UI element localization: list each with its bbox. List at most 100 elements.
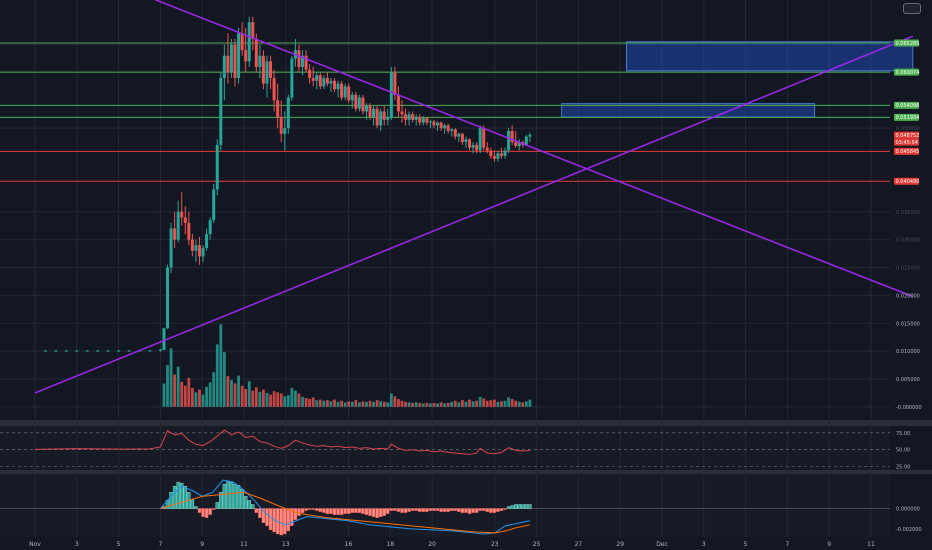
volume-bar <box>262 389 265 407</box>
candle-body <box>127 350 131 352</box>
candle-body <box>446 125 450 131</box>
chart-settings-button[interactable] <box>903 3 921 14</box>
candle-body <box>117 350 121 352</box>
volume-bar <box>496 401 500 407</box>
macd-histogram-bar <box>378 508 383 517</box>
time-tick-label: 11 <box>867 541 875 548</box>
candle-body <box>244 50 248 62</box>
volume-bar <box>308 399 312 407</box>
macd-histogram-bar <box>208 508 212 515</box>
volume-bar <box>361 401 365 407</box>
candle-body <box>336 83 340 90</box>
candle-body <box>400 111 404 115</box>
candle-body <box>332 80 336 90</box>
volume-bar <box>301 396 304 407</box>
macd-histogram-bar <box>407 508 411 512</box>
volume-bar <box>212 372 216 407</box>
time-tick-label: 11 <box>240 541 248 548</box>
macd-histogram-bar <box>297 508 301 516</box>
price-tick-label-faint: 0.035000 <box>896 210 920 216</box>
volume-bar <box>397 399 400 407</box>
volume-bar <box>343 402 347 407</box>
panel-separator <box>0 470 932 474</box>
candle-body <box>187 222 191 240</box>
volume-bar <box>318 399 322 407</box>
candle-body <box>485 147 489 151</box>
candle-body <box>219 78 223 145</box>
candle-body <box>507 130 511 151</box>
volume-bar <box>350 401 354 407</box>
candle-body <box>297 50 301 67</box>
time-tick-label: 29 <box>616 541 624 548</box>
price-tick-label-faint: 0.050000 <box>896 126 920 132</box>
level-badge-label: 0.054098 <box>896 103 920 109</box>
candle-body <box>190 239 194 251</box>
candle-body <box>54 350 58 352</box>
volume-bar <box>198 389 201 407</box>
candle-body <box>75 350 79 352</box>
time-tick-label: 9 <box>200 541 204 548</box>
macd-histogram-bar <box>347 508 351 514</box>
volume-bar <box>269 394 272 407</box>
candle-body <box>457 133 461 137</box>
candle-body <box>450 129 454 131</box>
candle-body <box>343 86 347 98</box>
candle-body <box>283 128 287 134</box>
macd-tick-label: -0.002000 <box>896 527 922 533</box>
macd-histogram-bar <box>432 508 436 511</box>
volume-bar <box>436 403 439 407</box>
volume-bar <box>322 400 326 407</box>
volume-bar <box>521 402 525 407</box>
candle-body <box>492 156 496 159</box>
volume-bar <box>382 401 386 407</box>
volume-bar <box>489 400 493 407</box>
volume-bar <box>400 400 404 407</box>
macd-histogram-bar <box>283 508 287 535</box>
macd-histogram-bar <box>254 508 259 513</box>
macd-histogram-bar <box>258 508 262 518</box>
volume-bar <box>368 400 372 407</box>
time-tick-label: 3 <box>75 541 79 548</box>
macd-histogram-bar <box>517 504 521 509</box>
candle-body <box>368 105 372 118</box>
volume-bar <box>180 381 184 407</box>
volume-bar <box>432 402 436 407</box>
candle-body <box>247 22 251 62</box>
price-tick-label-faint: 0.025000 <box>896 266 920 272</box>
price-chart[interactable]: 0.020000 0.015000 0.010000 0.005000 -0.00000… <box>0 0 932 550</box>
volume-bar <box>500 401 503 407</box>
volume-bar <box>421 403 425 407</box>
macd-histogram-bar <box>528 504 532 509</box>
macd-histogram-bar <box>510 505 514 509</box>
macd-histogram-bar <box>233 483 237 509</box>
candle-body <box>382 111 386 120</box>
volume-bar <box>258 391 262 407</box>
macd-histogram-bar <box>371 508 376 517</box>
macd-histogram-bar <box>453 508 457 511</box>
macd-histogram-bar <box>229 481 234 509</box>
macd-histogram-bar <box>222 483 227 509</box>
candle-body <box>389 72 393 118</box>
macd-histogram-bar <box>293 508 298 520</box>
volume-bar <box>471 401 475 407</box>
volume-bar <box>176 366 180 407</box>
volume-bar <box>219 324 223 407</box>
candle-body <box>222 55 226 79</box>
candle-body <box>64 350 68 352</box>
price-tick-label: 0.015000 <box>896 321 920 327</box>
volume-bar <box>517 401 521 407</box>
candle-body <box>197 245 201 257</box>
candle-body <box>229 44 233 73</box>
macd-histogram-bar <box>364 508 369 515</box>
macd-histogram-bar <box>318 508 322 512</box>
volume-bar <box>482 398 486 407</box>
macd-histogram-bar <box>514 504 518 509</box>
volume-bar <box>443 403 447 407</box>
candle-body <box>475 144 479 151</box>
volume-bar <box>475 400 479 407</box>
time-tick-label: Nov <box>29 541 41 548</box>
macd-histogram-bar <box>247 500 251 509</box>
macd-histogram-bar <box>386 508 390 514</box>
candle-body <box>261 55 265 84</box>
macd-histogram-bar <box>201 508 205 517</box>
